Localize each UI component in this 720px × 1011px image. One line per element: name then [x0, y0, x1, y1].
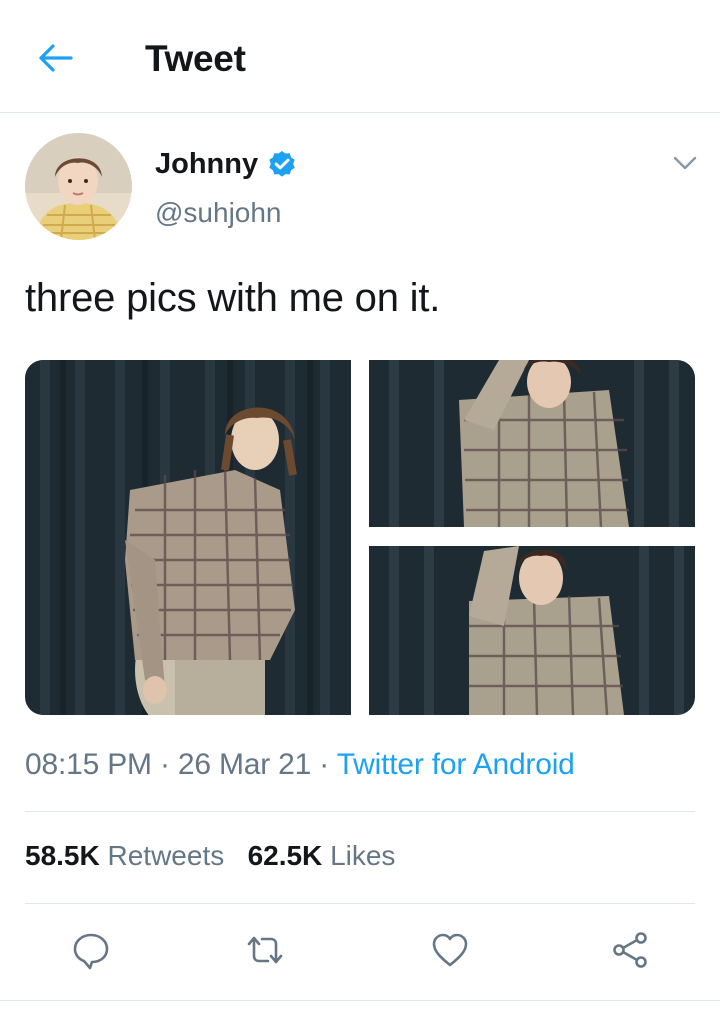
tweet-stats: 58.5K Retweets 62.5K Likes [25, 840, 395, 872]
chevron-down-icon[interactable] [668, 148, 702, 178]
divider [25, 903, 695, 904]
divider [0, 1000, 720, 1001]
photo-3[interactable] [369, 546, 695, 715]
likes-stat[interactable]: 62.5K Likes [248, 840, 396, 871]
retweets-count: 58.5K [25, 840, 100, 871]
likes-count: 62.5K [247, 840, 323, 871]
retweets-stat[interactable]: 58.5K Retweets [25, 840, 224, 871]
author-name-row[interactable]: Johnny [155, 148, 298, 181]
share-icon [613, 932, 647, 968]
retweets-label: Retweets [107, 840, 225, 871]
tweet-source-link[interactable]: Twitter for Android [337, 748, 575, 781]
retweet-button[interactable] [240, 925, 290, 975]
author-handle[interactable]: @suhjohn [155, 197, 282, 229]
reply-button[interactable] [66, 925, 116, 975]
back-button[interactable] [32, 36, 78, 80]
display-name: Johnny [155, 148, 259, 180]
reply-icon [73, 933, 109, 970]
page-title: Tweet [145, 38, 246, 79]
verified-badge-icon [269, 150, 295, 177]
avatar[interactable] [25, 133, 132, 240]
like-button[interactable] [425, 925, 475, 975]
back-arrow-icon [39, 44, 73, 72]
like-icon [432, 933, 468, 967]
tweet-meta: 08:15 PM · 26 Mar 21 · Twitter for Andro… [25, 748, 575, 782]
likes-label: Likes [330, 840, 396, 871]
top-bar: Tweet [0, 0, 720, 113]
media-grid [25, 360, 695, 715]
photo-1[interactable] [25, 360, 351, 715]
tweet-time: 08:15 PM [25, 748, 152, 781]
meta-separator: · [151, 748, 178, 781]
share-button[interactable] [605, 925, 655, 975]
action-bar [25, 925, 695, 975]
tweet-text: three pics with me on it. [25, 276, 441, 320]
retweet-icon [247, 936, 283, 964]
divider [25, 811, 695, 812]
tweet-date: 26 Mar 21 [177, 748, 312, 781]
photo-2[interactable] [369, 360, 695, 527]
meta-separator: · [311, 748, 337, 781]
